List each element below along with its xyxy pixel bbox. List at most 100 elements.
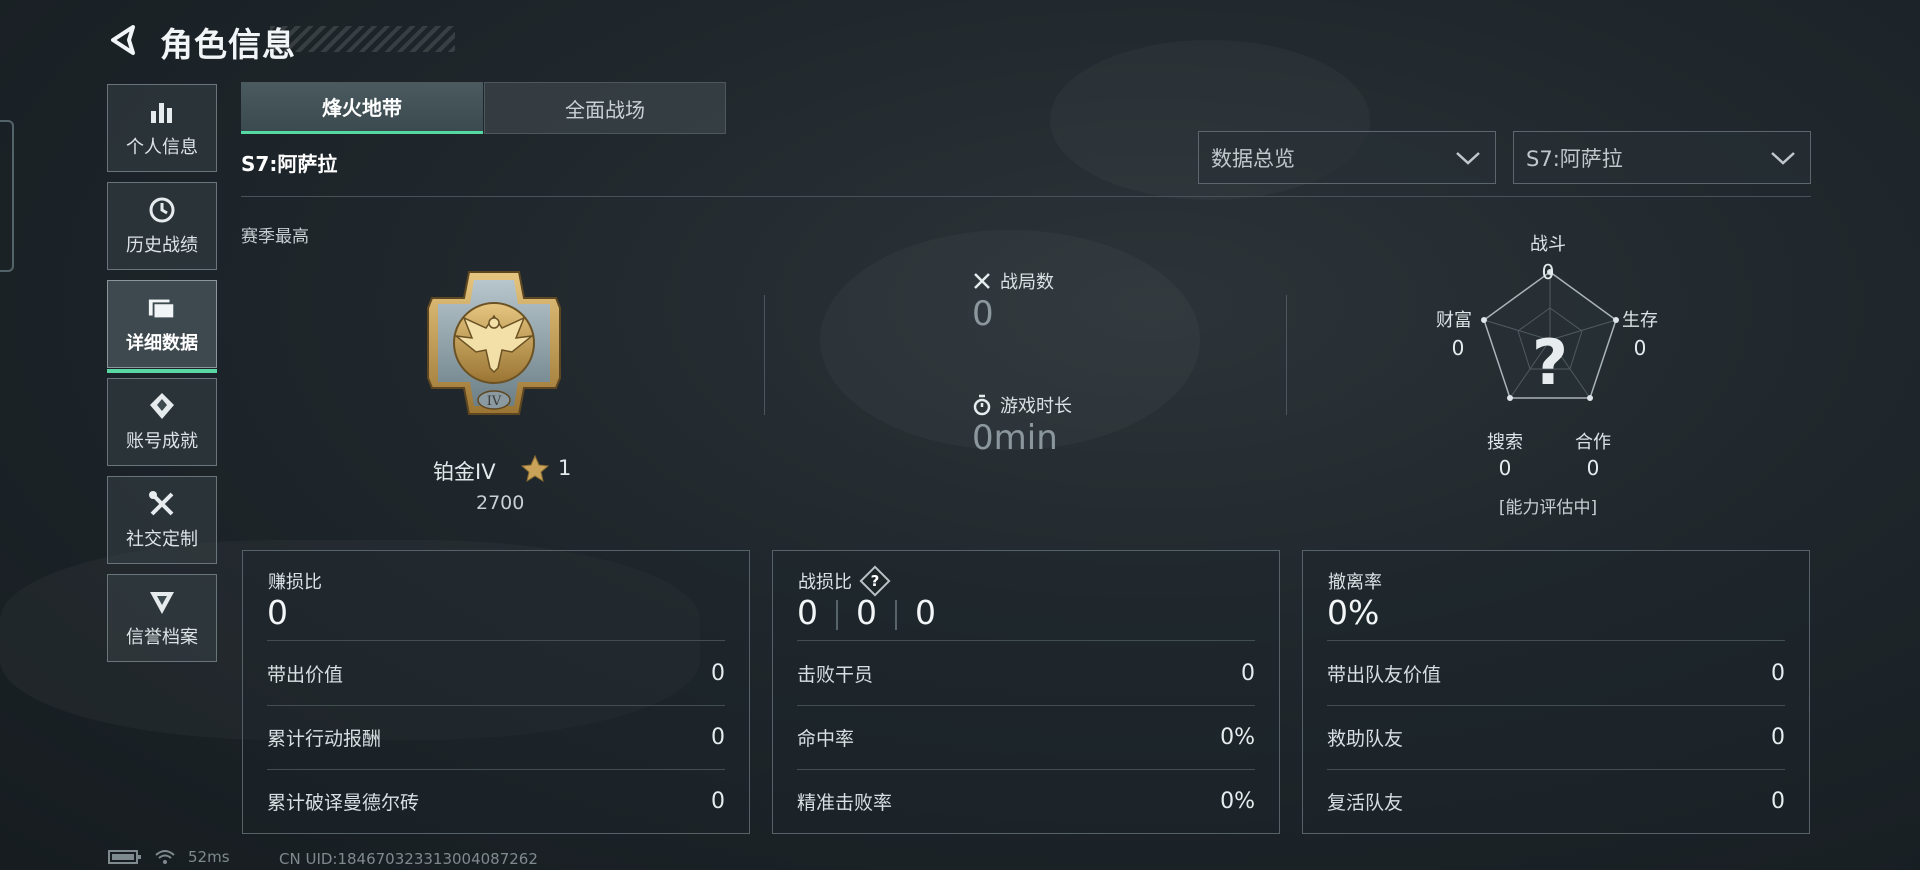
matches-value: 0 xyxy=(972,294,994,334)
stat-row: 累计破译曼德尔砖 0 xyxy=(267,771,725,831)
row-divider xyxy=(1327,640,1785,641)
stat-row-value: 0 xyxy=(1771,724,1785,750)
sidebar-item-achievements[interactable]: 账号成就 xyxy=(107,378,217,466)
stat-row-label: 复活队友 xyxy=(1327,791,1404,814)
battery-icon xyxy=(108,850,141,864)
bar-chart-icon xyxy=(147,97,177,127)
row-divider xyxy=(797,769,1255,770)
tab-fire-zone[interactable]: 烽火地带 xyxy=(241,82,483,134)
kd-value: 0 xyxy=(797,593,818,632)
sidebar-item-detailed-data[interactable]: 详细数据 xyxy=(107,280,217,373)
season-best-label: 赛季最高 xyxy=(241,227,309,247)
side-pull-tab[interactable] xyxy=(0,120,14,272)
stat-row: 救助队友 0 xyxy=(1327,707,1785,767)
stat-row-value: 0% xyxy=(1220,788,1255,814)
stat-row: 累计行动报酬 0 xyxy=(267,707,725,767)
rank-stars-count: 1 xyxy=(558,456,572,480)
stopwatch-icon xyxy=(973,394,991,416)
stat-row: 命中率 0% xyxy=(797,707,1255,767)
sidebar-item-label: 社交定制 xyxy=(126,529,198,550)
chevron-down-icon xyxy=(1456,151,1480,165)
sidebar-item-reputation[interactable]: 信誉档案 xyxy=(107,574,217,662)
matches-label: 战局数 xyxy=(1000,272,1054,293)
sidebar-item-label: 详细数据 xyxy=(126,333,198,354)
stat-row-value: 0 xyxy=(711,660,725,686)
stat-row-value: 0 xyxy=(711,788,725,814)
tab-label: 全面战场 xyxy=(565,97,645,122)
stat-row: 带出价值 0 xyxy=(267,643,725,703)
folder-icon xyxy=(147,293,177,323)
season-select[interactable]: S7:阿萨拉 xyxy=(1513,131,1811,184)
section-divider xyxy=(241,196,1811,197)
row-divider xyxy=(1327,705,1785,706)
radar-combat-value: 0 xyxy=(1541,260,1555,284)
rank-numeral: IV xyxy=(487,394,502,409)
page-title: 角色信息 xyxy=(160,25,296,64)
stat-row-value: 0 xyxy=(1771,788,1785,814)
playtime-label: 游戏时长 xyxy=(1000,396,1072,417)
stat-row: 复活队友 0 xyxy=(1327,771,1785,831)
ping-value: 52ms xyxy=(188,848,230,866)
chevron-down-icon xyxy=(1771,151,1795,165)
stat-row-label: 累计破译曼德尔砖 xyxy=(267,791,420,814)
season-select-value: S7:阿萨拉 xyxy=(1526,146,1623,171)
stat-row-label: 命中率 xyxy=(797,727,855,750)
profit-ratio-value: 0 xyxy=(267,593,288,632)
radar-center-mark: ? xyxy=(1532,326,1568,399)
back-button[interactable] xyxy=(104,20,144,60)
star-icon xyxy=(520,454,550,488)
row-divider xyxy=(267,705,725,706)
row-divider xyxy=(1327,769,1785,770)
stat-row-label: 击败干员 xyxy=(797,663,874,686)
sidebar-item-label: 信誉档案 xyxy=(126,627,198,648)
sidebar-item-label: 账号成就 xyxy=(126,431,198,452)
rank-name: 铂金IV xyxy=(433,460,496,484)
row-divider xyxy=(797,640,1255,641)
stat-row-label: 精准击败率 xyxy=(797,791,893,814)
panel-title: 撤离率 xyxy=(1328,568,1382,594)
stat-row-value: 0% xyxy=(1220,724,1255,750)
help-icon[interactable]: ? xyxy=(862,568,888,594)
row-divider xyxy=(797,705,1255,706)
crossed-swords-icon xyxy=(974,273,990,289)
radar-status: [能力评估中] xyxy=(1498,498,1598,518)
stat-row-value: 0 xyxy=(711,724,725,750)
rank-score: 2700 xyxy=(476,492,525,514)
radar-search-label: 搜索 xyxy=(1487,432,1523,453)
matches-stat: 战局数 0 xyxy=(972,268,1054,334)
radar-search-value: 0 xyxy=(1498,456,1512,480)
panel-title-text: 赚损比 xyxy=(268,572,322,593)
row-divider xyxy=(267,640,725,641)
radar-combat-label: 战斗 xyxy=(1530,234,1566,255)
sidebar-item-personal-info[interactable]: 个人信息 xyxy=(107,84,217,172)
stat-row: 精准击败率 0% xyxy=(797,771,1255,831)
status-bar: 52ms xyxy=(108,848,230,866)
achievement-icon xyxy=(147,391,177,421)
row-divider xyxy=(267,769,725,770)
sidebar-item-history[interactable]: 历史战绩 xyxy=(107,182,217,270)
sidebar-item-social-custom[interactable]: 社交定制 xyxy=(107,476,217,564)
wifi-icon xyxy=(155,850,175,864)
view-select[interactable]: 数据总览 xyxy=(1198,131,1496,184)
stat-row: 击败干员 0 xyxy=(797,643,1255,703)
panel-title: 赚损比 xyxy=(268,568,322,594)
stat-row: 带出队友价值 0 xyxy=(1327,643,1785,703)
radar-cooperation-label: 合作 xyxy=(1575,432,1611,453)
extraction-rate-value: 0% xyxy=(1327,593,1380,632)
kd-value: 0 xyxy=(856,593,877,632)
playtime-stat: 游戏时长 0min xyxy=(972,392,1072,458)
tools-icon xyxy=(147,489,177,519)
stat-row-value: 0 xyxy=(1241,660,1255,686)
kd-separator xyxy=(895,599,897,630)
vertical-divider xyxy=(1286,295,1287,415)
season-label: S7:阿萨拉 xyxy=(241,152,338,176)
shield-emblem-icon xyxy=(147,587,177,617)
radar-wealth-value: 0 xyxy=(1451,336,1465,360)
panel-title: 战损比 ? xyxy=(798,568,888,594)
tab-label: 烽火地带 xyxy=(322,96,402,120)
tab-full-battlefield[interactable]: 全面战场 xyxy=(484,82,726,134)
panel-title-text: 战损比 xyxy=(798,572,852,593)
stat-row-label: 带出价值 xyxy=(267,663,344,686)
kd-separator xyxy=(836,599,838,630)
stat-row-label: 累计行动报酬 xyxy=(267,727,382,750)
